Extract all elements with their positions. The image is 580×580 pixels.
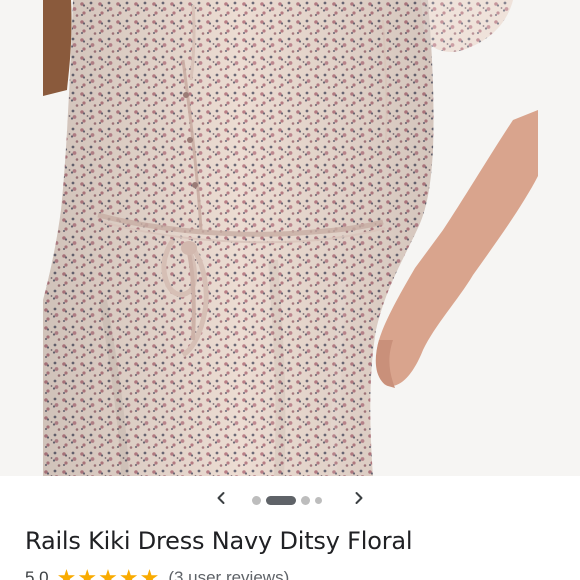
chevron-left-icon bbox=[214, 491, 228, 510]
star-icon: ★ bbox=[98, 565, 118, 580]
carousel-dot-3[interactable] bbox=[301, 495, 310, 505]
carousel-dots bbox=[252, 495, 322, 505]
star-icon: ★ bbox=[56, 565, 77, 580]
carousel-dot-2[interactable] bbox=[266, 495, 296, 505]
product-image-area bbox=[0, 0, 580, 476]
product-title: Rails Kiki Dress Navy Ditsy Floral bbox=[25, 527, 413, 555]
star-icon: ★ bbox=[139, 565, 160, 580]
star-icon: ★ bbox=[118, 565, 139, 580]
product-image[interactable] bbox=[43, 0, 538, 476]
reviews-link[interactable]: (3 user reviews) bbox=[168, 568, 289, 580]
star-icon: ★ bbox=[77, 565, 98, 580]
carousel-next-button[interactable] bbox=[344, 485, 374, 515]
chevron-right-icon bbox=[352, 491, 366, 510]
product-page: Rails Kiki Dress Navy Ditsy Floral 5.0 ★… bbox=[0, 0, 580, 580]
carousel-dot-4[interactable] bbox=[315, 496, 322, 504]
carousel-prev-button[interactable] bbox=[206, 485, 236, 515]
carousel-nav bbox=[0, 480, 580, 520]
rating-stars: ★ ★ ★ ★ ★ bbox=[57, 567, 161, 580]
rating-value: 5.0 bbox=[25, 568, 49, 580]
carousel-dot-1[interactable] bbox=[252, 495, 261, 505]
rating-row: 5.0 ★ ★ ★ ★ ★ (3 user reviews) bbox=[25, 566, 289, 580]
